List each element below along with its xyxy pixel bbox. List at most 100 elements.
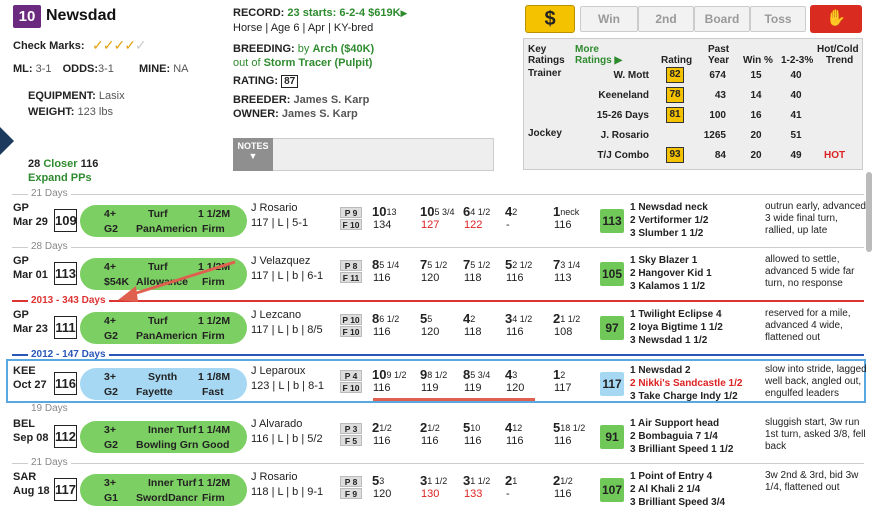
post-position: P 9: [340, 207, 362, 218]
call-position: 21-: [505, 473, 518, 500]
more-ratings-link[interactable]: More: [575, 44, 599, 55]
final-figure[interactable]: 97: [600, 316, 624, 340]
call-position: 21/2 116: [420, 420, 440, 447]
call-position: 1neck 116: [553, 204, 580, 231]
post-position: P 3: [340, 423, 362, 434]
thumbs-down-icon[interactable]: ✋: [810, 5, 862, 33]
equipment: EQUIPMENT: Lasix: [28, 90, 125, 102]
post-position: P 8: [340, 476, 362, 487]
final-figure[interactable]: 91: [600, 425, 624, 449]
field-size: F 9: [340, 488, 362, 499]
race-row[interactable]: SAR Aug 18 117 3+ Inner Turf 1 1/2M G1 Swo…: [0, 466, 872, 516]
race-info-pill[interactable]: 3+ Inner Turf 1 1/4M G2 Bowling Grn Good: [80, 421, 247, 453]
track-date: BEL Sep 08: [13, 418, 49, 444]
track-date: GP Mar 29: [13, 202, 48, 228]
call-position: 510 116: [463, 420, 482, 447]
gap-label: 19 Days: [28, 403, 71, 414]
owner-line: OWNER: James S. Karp: [233, 108, 358, 120]
dollar-button[interactable]: $: [525, 5, 575, 33]
field-size: F 10: [340, 326, 362, 337]
call-position: 105 3/4 127: [420, 204, 455, 231]
weight: WEIGHT: 123 lbs: [28, 106, 113, 118]
speed-figure[interactable]: 113: [54, 262, 77, 285]
speed-figure[interactable]: 111: [54, 316, 77, 339]
call-position: 21/2 116: [553, 473, 573, 500]
speed-figure[interactable]: 116: [54, 372, 77, 395]
gap-divider: [12, 463, 864, 464]
breeder-line: BREEDER: James S. Karp: [233, 94, 370, 106]
rating-line: RATING: 87: [233, 75, 299, 88]
checkmarks[interactable]: ✓✓✓✓✓: [92, 37, 147, 54]
board-button[interactable]: Board: [694, 6, 750, 32]
call-position: 42 118: [463, 311, 482, 338]
breeding: BREEDING: by Arch ($40K): [233, 43, 375, 55]
call-position: 75 1/2 120: [420, 257, 448, 284]
call-position: 73 1/4 113: [553, 257, 581, 284]
trip-comment: 3w 2nd & 3rd, bid 3w 1/4, flattened out: [765, 470, 859, 493]
speed-figure[interactable]: 109: [54, 209, 77, 232]
collapse-arrow-icon[interactable]: [0, 127, 14, 155]
field-size: F 10: [340, 219, 362, 230]
second-button[interactable]: 2nd: [638, 6, 694, 32]
year-divider: [12, 354, 864, 356]
call-position: 21 1/2 108: [553, 311, 581, 338]
call-position: 55 120: [420, 311, 440, 338]
trip-comment: reserved for a mile, advanced 4 wide, fl…: [765, 308, 851, 343]
finish-order: 1 Sky Blazer 12 Hangover Kid 13 Kalamos …: [630, 255, 712, 292]
gap-divider: [12, 247, 864, 248]
race-row[interactable]: GP Mar 29 109 4+ Turf 1 1/2M G2 PanAmericn…: [0, 197, 872, 247]
call-position: 53 120: [372, 473, 392, 500]
race-info-pill[interactable]: 3+ Inner Turf 1 1/2M G1 SwordDancr Firm: [80, 474, 247, 506]
trip-comment: outrun early, advanced 3 wide final turn…: [765, 201, 866, 236]
call-position: 412 116: [505, 420, 524, 447]
annotation-underline: [373, 398, 535, 401]
trip-comment: sluggish start, 3w run 1st turn, asked 3…: [765, 417, 866, 452]
track-date: KEE Oct 27: [13, 365, 47, 391]
call-position: 42-: [505, 204, 518, 231]
race-info-pill[interactable]: 3+ Synth 1 1/8M G2 Fayette Fast: [80, 368, 247, 400]
finish-order: 1 Newsdad 22 Nikki's Sandcastle 1/2 3 Tak…: [630, 365, 743, 402]
final-figure[interactable]: 105: [600, 262, 624, 286]
scrollbar[interactable]: [866, 172, 872, 252]
horse-details: Horse | Age 6 | Apr | KY-bred: [233, 22, 374, 34]
call-position: 64 1/2 122: [463, 204, 491, 231]
jockey-info: J Lezcano 117 | L | b | 8/5: [251, 309, 323, 336]
call-position: 12 117: [553, 367, 572, 394]
call-position: 86 1/2 116: [372, 311, 400, 338]
checkmarks-label: Check Marks:: [13, 40, 85, 52]
notes-button[interactable]: NOTES ▼: [233, 138, 273, 171]
record-line: RECORD: 23 starts: 6-2-4 $619K▶: [233, 7, 408, 19]
final-figure[interactable]: 113: [600, 209, 624, 233]
call-position: 21/2 116: [372, 420, 392, 447]
expand-pps-link[interactable]: Expand PPs: [28, 172, 92, 184]
finish-order: 1 Air Support head 2 Bombaguia 7 1/4 3 Bri…: [630, 418, 734, 455]
race-row[interactable]: BEL Sep 08 112 3+ Inner Turf 1 1/4M G2 Bow…: [0, 413, 872, 463]
race-info-pill[interactable]: 4+ Turf 1 1/2M G2 PanAmericn Firm: [80, 205, 247, 237]
horse-name: Newsdad: [46, 7, 117, 24]
track-date: GP Mar 23: [13, 309, 48, 335]
toss-button[interactable]: Toss: [750, 6, 806, 32]
finish-order: 1 Newsdad neck 2 Vertiformer 1/2 3 Slumber…: [630, 202, 709, 239]
trip-comment: allowed to settle, advanced 5 wide far t…: [765, 254, 855, 289]
race-info-pill[interactable]: 4+ Turf 1 1/2M G2 PanAmericn Firm: [80, 312, 247, 344]
final-figure[interactable]: 117: [600, 372, 624, 396]
track-date: GP Mar 01: [13, 255, 48, 281]
call-position: 109 1/2 116: [372, 367, 407, 394]
key-ratings-table: Key Ratings More Ratings ▶ Rating Past Y…: [523, 38, 863, 170]
speed-figure[interactable]: 117: [54, 478, 77, 501]
call-position: 85 3/4 119: [463, 367, 491, 394]
odds-line: ML: 3-1 ODDS:3-1 MINE: NA: [13, 63, 189, 75]
post-position: P 10: [340, 314, 362, 325]
race-row[interactable]: KEE Oct 27 116 3+ Synth 1 1/8M G2 Fayette …: [0, 359, 872, 410]
gap-divider: [12, 194, 864, 195]
race-row[interactable]: GP Mar 23 111 4+ Turf 1 1/2M G2 PanAmericn…: [0, 304, 872, 354]
call-position: 34 1/2 116: [505, 311, 533, 338]
call-position: 518 1/2 116: [553, 420, 586, 447]
finish-order: 1 Point of Entry 42 Al Khali 2 1/4 3 Bril…: [630, 471, 726, 508]
final-figure[interactable]: 107: [600, 478, 624, 502]
call-position: 43 120: [505, 367, 525, 394]
win-button[interactable]: Win: [580, 6, 638, 32]
annotation-arrow: [118, 260, 236, 302]
speed-figure[interactable]: 112: [54, 425, 77, 448]
call-position: 85 1/4 116: [372, 257, 400, 284]
